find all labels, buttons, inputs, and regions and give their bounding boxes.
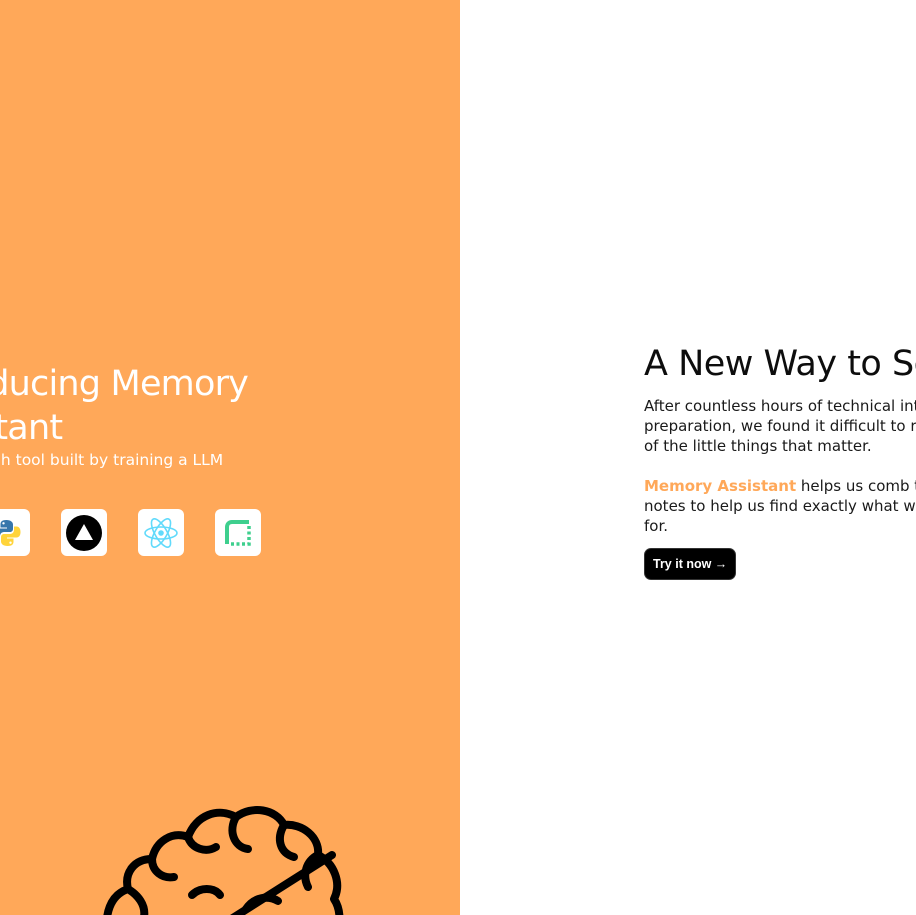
hero-title: Introducing Memory Assistant [0, 364, 249, 448]
tech-stack-row [0, 509, 261, 556]
section-heading: A New Way to Search [644, 344, 916, 384]
try-it-now-button[interactable]: Try it now → [644, 548, 737, 580]
python-icon [0, 519, 21, 546]
react-icon [144, 517, 178, 548]
react-tile [138, 509, 184, 556]
hero-panel: Introducing Memory Assistant A personali… [0, 0, 460, 915]
vercel-icon [66, 514, 102, 551]
supabase-tile [215, 509, 261, 556]
supabase-icon [225, 519, 251, 546]
description-paragraph: Memory Assistant helps us comb through o… [644, 476, 916, 536]
intro-paragraph: After countless hours of technical inter… [644, 397, 916, 455]
vercel-tile [61, 509, 107, 556]
brain-icon [103, 806, 344, 915]
intro-section: A New Way to Search After countless hour… [644, 340, 916, 580]
python-tile [0, 509, 30, 556]
hero-subtitle: A personalized search tool built by trai… [0, 451, 224, 469]
landing-page: Introducing Memory Assistant A personali… [0, 0, 916, 915]
brand-name: Memory Assistant [644, 477, 797, 495]
